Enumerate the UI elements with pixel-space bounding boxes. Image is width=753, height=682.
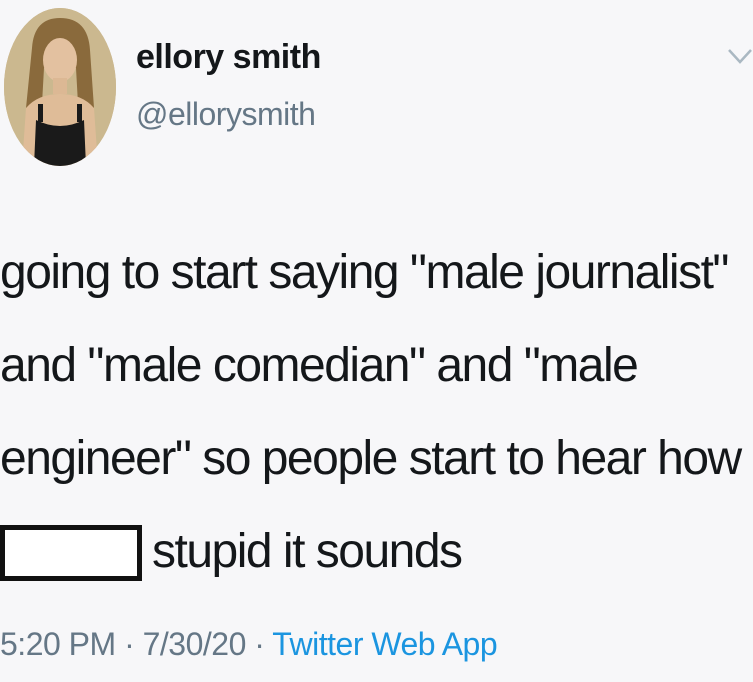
tweet-time[interactable]: 5:20 PM (0, 626, 116, 662)
chevron-down-icon[interactable] (727, 44, 753, 68)
tweet-text-line: going to start saying "male journalist" (0, 246, 729, 299)
meta-separator: · (245, 626, 273, 662)
tweet-text-line: engineer" so people start to hear how (0, 432, 742, 485)
redaction-box (0, 525, 142, 581)
author-name[interactable]: ellory smith (136, 38, 321, 77)
meta-separator: · (115, 626, 143, 662)
tweet-date[interactable]: 7/30/20 (143, 626, 247, 662)
tweet-text-line: stupid it sounds (152, 525, 463, 578)
tweet-text-line: and "male comedian" and "male (0, 339, 639, 392)
tweet-text-line-with-redaction: stupid it sounds (0, 505, 753, 598)
tweet-text: going to start saying "male journalist" … (0, 226, 753, 598)
avatar[interactable] (4, 8, 116, 166)
avatar-photo (4, 8, 116, 166)
tweet-source-link[interactable]: Twitter Web App (272, 626, 497, 662)
author-handle[interactable]: @ellorysmith (136, 96, 316, 133)
tweet-meta: 5:20 PM · 7/30/20 · Twitter Web App (0, 626, 498, 663)
